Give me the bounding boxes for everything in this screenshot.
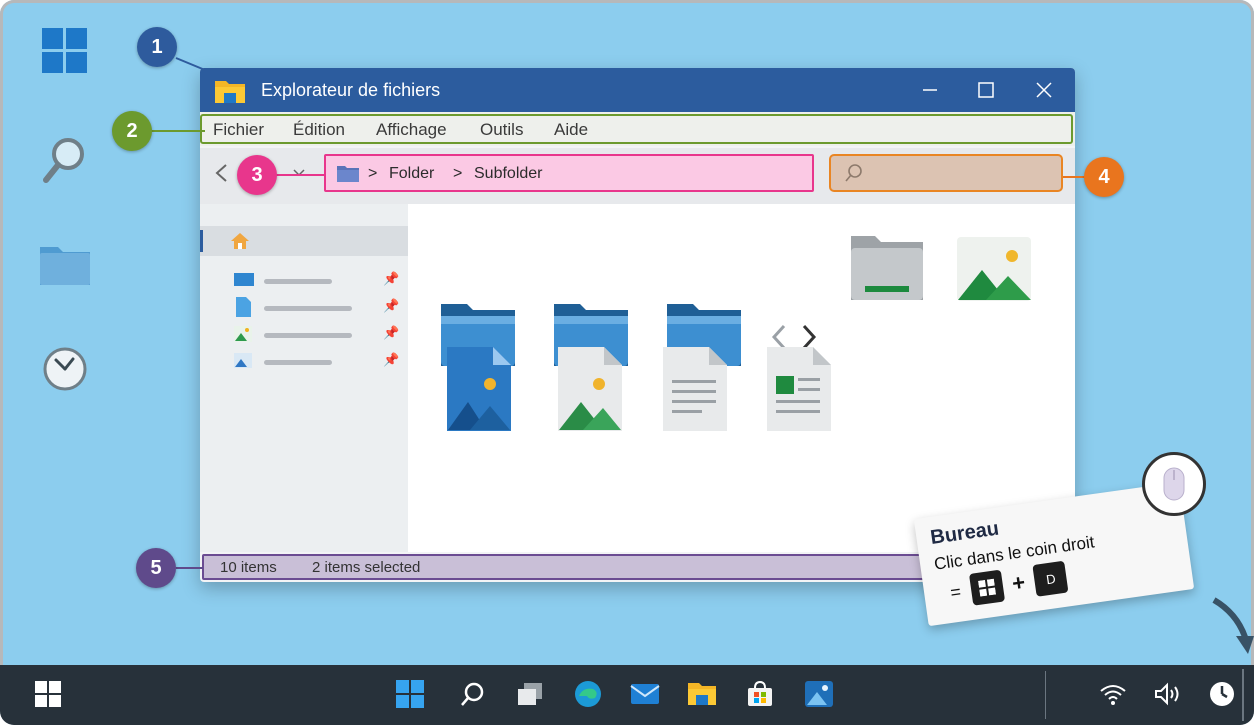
start-icon[interactable] <box>394 678 426 710</box>
arrow-icon <box>1212 596 1254 661</box>
equals-sign: = <box>948 580 963 603</box>
callout-badge-1: 1 <box>137 27 177 67</box>
callout-badge-3: 3 <box>237 155 277 195</box>
clock-icon[interactable] <box>1206 678 1238 710</box>
d-key: D <box>1032 560 1069 597</box>
volume-icon[interactable] <box>1152 678 1184 710</box>
callout-connectors <box>150 57 1086 569</box>
wifi-icon[interactable] <box>1097 678 1129 710</box>
photos-icon[interactable] <box>803 678 835 710</box>
plus-sign: + <box>1010 569 1027 596</box>
desktop[interactable]: Explorateur de fichiers Fichier Édition … <box>0 0 1254 725</box>
callout-badge-4: 4 <box>1084 157 1124 197</box>
taskbar-divider <box>1045 671 1046 719</box>
show-desktop-button[interactable] <box>1242 669 1244 721</box>
store-icon[interactable] <box>744 678 776 710</box>
mouse-icon <box>1142 452 1206 516</box>
tip-title: Bureau <box>929 517 1001 549</box>
file-explorer-icon[interactable] <box>686 678 718 710</box>
taskbar <box>0 665 1254 725</box>
callout-badge-5: 5 <box>136 548 176 588</box>
callout-badge-2: 2 <box>112 111 152 151</box>
start-icon[interactable] <box>32 678 64 710</box>
mail-icon[interactable] <box>629 678 661 710</box>
search-icon[interactable] <box>456 678 488 710</box>
task-view-icon[interactable] <box>514 678 546 710</box>
windows-key-icon <box>968 569 1005 606</box>
edge-icon[interactable] <box>572 678 604 710</box>
